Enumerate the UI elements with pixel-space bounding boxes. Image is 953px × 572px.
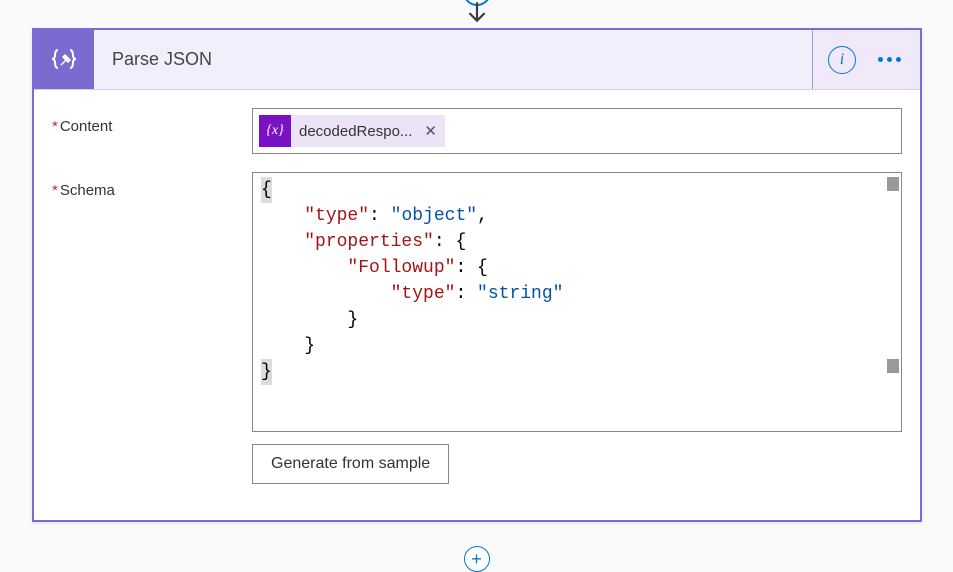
- code-key: "type": [304, 206, 369, 226]
- action-title[interactable]: Parse JSON: [94, 30, 813, 89]
- content-input[interactable]: {x} decodedRespo... ✕: [252, 108, 902, 154]
- schema-row: *Schema { "type": "object", "properties"…: [52, 172, 902, 484]
- code-brace: }: [347, 310, 358, 330]
- parse-json-icon: [34, 30, 94, 89]
- schema-label-text: Schema: [60, 182, 115, 199]
- connector-arrow-icon: [462, 0, 492, 25]
- header-actions: i: [813, 30, 920, 89]
- content-label-text: Content: [60, 118, 113, 135]
- required-indicator: *: [52, 118, 58, 135]
- content-field: {x} decodedRespo... ✕: [252, 108, 902, 154]
- required-indicator: *: [52, 182, 58, 199]
- code-key: "Followup": [347, 258, 455, 278]
- code-value: "string": [477, 284, 563, 304]
- code-brace: {: [261, 177, 272, 203]
- code-brace: }: [261, 359, 272, 385]
- generate-from-sample-button[interactable]: Generate from sample: [252, 444, 449, 484]
- card-header[interactable]: Parse JSON i: [34, 30, 920, 90]
- code-brace: }: [304, 336, 315, 356]
- card-body: *Content {x} decodedRespo... ✕ *Schema {…: [34, 90, 920, 520]
- info-button[interactable]: i: [828, 46, 856, 74]
- code-value: "object": [391, 206, 477, 226]
- scrollbar-thumb[interactable]: [887, 177, 899, 191]
- code-key: "properties": [304, 232, 434, 252]
- scrollbar-thumb[interactable]: [887, 359, 899, 373]
- schema-label: *Schema: [52, 172, 252, 199]
- content-row: *Content {x} decodedRespo... ✕: [52, 108, 902, 154]
- schema-field: { "type": "object", "properties": { "Fol…: [252, 172, 902, 484]
- schema-code-editor[interactable]: { "type": "object", "properties": { "Fol…: [252, 172, 902, 432]
- dynamic-content-token[interactable]: {x} decodedRespo... ✕: [259, 115, 445, 147]
- token-remove-button[interactable]: ✕: [424, 122, 437, 140]
- add-step-button[interactable]: +: [464, 546, 490, 572]
- token-label: decodedRespo...: [299, 123, 412, 140]
- content-label: *Content: [52, 108, 252, 135]
- variable-icon: {x}: [259, 115, 291, 147]
- parse-json-action-card: Parse JSON i *Content {x} decodedRespo..…: [32, 28, 922, 522]
- code-key: "type": [391, 284, 456, 304]
- more-options-button[interactable]: [874, 49, 905, 70]
